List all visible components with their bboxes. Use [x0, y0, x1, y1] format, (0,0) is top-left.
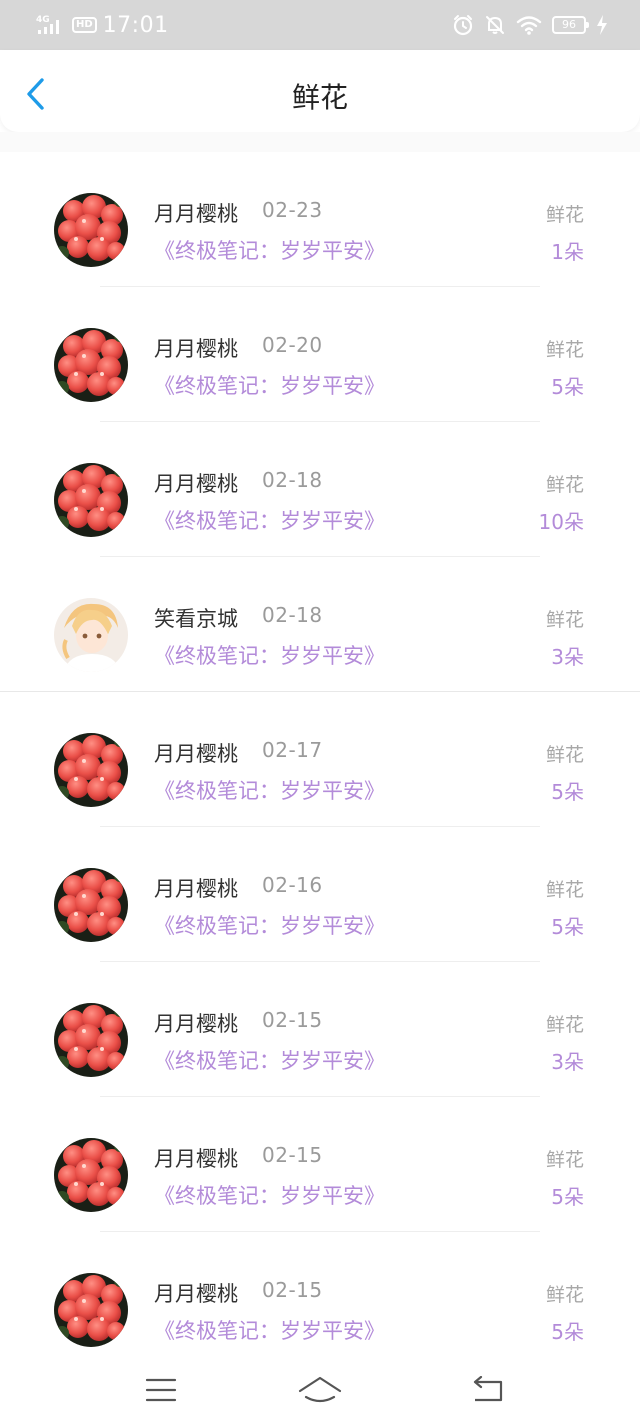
book-title-link[interactable]: 《终极笔记：岁岁平安》	[154, 640, 385, 670]
user-name[interactable]: 月月樱桃	[154, 1143, 238, 1173]
user-avatar[interactable]	[54, 1273, 128, 1347]
user-avatar[interactable]	[54, 463, 128, 537]
header-spacer	[0, 132, 640, 152]
record-date: 02-16	[262, 873, 323, 897]
home-icon	[298, 1376, 342, 1403]
gift-type-label: 鲜花	[545, 204, 584, 226]
book-title-link[interactable]: 《终极笔记：岁岁平安》	[154, 775, 385, 805]
user-avatar[interactable]	[54, 868, 128, 942]
user-name[interactable]: 月月樱桃	[154, 873, 238, 903]
flower-record-row[interactable]: 月月樱桃 02-23 《终极笔记：岁岁平安》 鲜花 1朵	[0, 152, 640, 287]
home-button[interactable]	[298, 1374, 342, 1406]
gift-count: 5朵	[551, 375, 584, 399]
user-name[interactable]: 月月樱桃	[154, 1278, 238, 1308]
gift-count: 5朵	[551, 1185, 584, 1209]
return-icon	[473, 1376, 503, 1402]
gift-count: 5朵	[551, 780, 584, 804]
page-title: 鲜花	[291, 81, 348, 114]
user-avatar[interactable]	[54, 598, 128, 672]
user-avatar[interactable]	[54, 328, 128, 402]
flower-record-list: 月月樱桃 02-23 《终极笔记：岁岁平安》 鲜花 1朵 月月樱桃 02-20 《终极笔记：岁…	[0, 152, 640, 1367]
gift-type-label: 鲜花	[545, 339, 584, 361]
record-date: 02-17	[262, 738, 323, 762]
menu-icon	[145, 1378, 177, 1402]
user-name[interactable]: 月月樱桃	[154, 738, 238, 768]
gift-count: 3朵	[551, 1050, 584, 1074]
hd-badge: HD	[72, 17, 97, 33]
system-nav-bar	[0, 1352, 640, 1427]
menu-button[interactable]	[141, 1374, 181, 1406]
book-title-link[interactable]: 《终极笔记：岁岁平安》	[154, 1045, 385, 1075]
alarm-icon	[453, 15, 473, 36]
record-date: 02-18	[262, 468, 323, 492]
gift-count: 10朵	[538, 510, 584, 534]
bell-off-icon	[486, 16, 504, 34]
gift-type-label: 鲜花	[545, 744, 584, 766]
book-title-link[interactable]: 《终极笔记：岁岁平安》	[154, 910, 385, 940]
gift-type-label: 鲜花	[545, 1284, 584, 1306]
flower-record-row[interactable]: 月月樱桃 02-16 《终极笔记：岁岁平安》 鲜花 5朵	[0, 827, 640, 962]
book-title-link[interactable]: 《终极笔记：岁岁平安》	[154, 1180, 385, 1210]
flower-record-row[interactable]: 月月樱桃 02-15 《终极笔记：岁岁平安》 鲜花 3朵	[0, 962, 640, 1097]
return-button[interactable]	[468, 1374, 508, 1406]
record-date: 02-15	[262, 1143, 323, 1167]
book-title-link[interactable]: 《终极笔记：岁岁平安》	[154, 1315, 385, 1345]
wifi-icon	[516, 16, 542, 35]
status-time: 17:01	[102, 12, 169, 38]
network-type: 4G	[36, 15, 50, 25]
flower-record-row[interactable]: 月月樱桃 02-20 《终极笔记：岁岁平安》 鲜花 5朵	[0, 287, 640, 422]
gift-count: 1朵	[551, 240, 584, 264]
status-bar: 4G HD 17:01 96	[0, 0, 640, 50]
user-avatar[interactable]	[54, 733, 128, 807]
book-title-link[interactable]: 《终极笔记：岁岁平安》	[154, 235, 385, 265]
flower-record-row[interactable]: 月月樱桃 02-15 《终极笔记：岁岁平安》 鲜花 5朵	[0, 1097, 640, 1232]
user-name[interactable]: 月月樱桃	[154, 1008, 238, 1038]
gift-count: 3朵	[551, 645, 584, 669]
charging-icon	[597, 15, 607, 35]
record-date: 02-15	[262, 1278, 323, 1302]
user-name[interactable]: 月月樱桃	[154, 198, 238, 228]
gift-type-label: 鲜花	[545, 1014, 584, 1036]
status-left: 4G HD 17:01	[36, 12, 169, 38]
gift-count: 5朵	[551, 1320, 584, 1344]
user-name[interactable]: 月月樱桃	[154, 468, 238, 498]
flower-record-row[interactable]: 笑看京城 02-18 《终极笔记：岁岁平安》 鲜花 3朵	[0, 557, 640, 692]
gift-type-label: 鲜花	[545, 474, 584, 496]
battery-level: 96	[562, 18, 576, 31]
user-avatar[interactable]	[54, 193, 128, 267]
record-date: 02-18	[262, 603, 323, 627]
flower-record-row[interactable]: 月月樱桃 02-17 《终极笔记：岁岁平安》 鲜花 5朵	[0, 692, 640, 827]
flower-record-row[interactable]: 月月樱桃 02-18 《终极笔记：岁岁平安》 鲜花 10朵	[0, 422, 640, 557]
user-name[interactable]: 笑看京城	[154, 603, 238, 633]
record-date: 02-23	[262, 198, 323, 222]
signal-icon: 4G	[36, 15, 59, 34]
book-title-link[interactable]: 《终极笔记：岁岁平安》	[154, 505, 385, 535]
user-avatar[interactable]	[54, 1138, 128, 1212]
user-avatar[interactable]	[54, 1003, 128, 1077]
book-title-link[interactable]: 《终极笔记：岁岁平安》	[154, 370, 385, 400]
battery-icon: 96	[552, 16, 589, 34]
user-name[interactable]: 月月樱桃	[154, 333, 238, 363]
gift-type-label: 鲜花	[545, 879, 584, 901]
gift-count: 5朵	[551, 915, 584, 939]
gift-type-label: 鲜花	[545, 1149, 584, 1171]
gift-type-label: 鲜花	[545, 609, 584, 631]
status-right: 96	[452, 12, 608, 38]
record-date: 02-15	[262, 1008, 323, 1032]
flower-record-row[interactable]: 月月樱桃 02-15 《终极笔记：岁岁平安》 鲜花 5朵	[0, 1232, 640, 1367]
header-bar: 鲜花	[0, 50, 640, 132]
record-date: 02-20	[262, 333, 323, 357]
